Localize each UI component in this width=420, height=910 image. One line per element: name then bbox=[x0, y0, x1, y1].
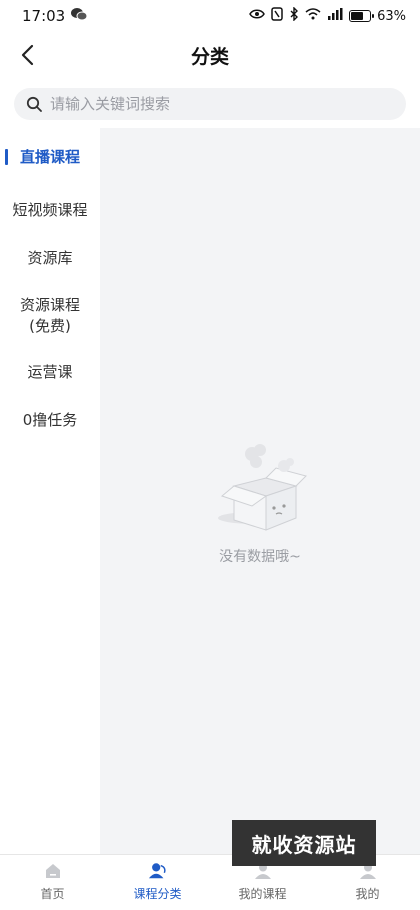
battery-percent: 63% bbox=[377, 8, 406, 24]
watermark-logo: 就收资源站 bbox=[232, 820, 376, 866]
nav-header: 分类 bbox=[0, 32, 420, 78]
sidebar-item-free-resource-courses[interactable]: 资源课程 (免费) bbox=[0, 282, 100, 350]
wechat-icon bbox=[71, 7, 88, 25]
tab-label: 课程分类 bbox=[133, 887, 182, 901]
status-time: 17:03 bbox=[22, 7, 66, 25]
status-bar: 17:03 63% bbox=[0, 0, 420, 32]
tab-label: 我的 bbox=[355, 887, 380, 901]
battery-icon bbox=[349, 10, 375, 22]
category-sidebar: 直播课程 短视频课程 资源库 资源课程 (免费) 运营课 0撸任务 bbox=[0, 128, 100, 854]
sidebar-item-label: 资源库 bbox=[27, 248, 73, 267]
sidebar-item-label: 运营课 bbox=[27, 362, 73, 381]
page-title: 分类 bbox=[190, 45, 229, 68]
nfc-icon bbox=[271, 7, 283, 25]
tab-course-categories[interactable]: 课程分类 bbox=[105, 855, 210, 910]
tab-label: 首页 bbox=[40, 887, 65, 901]
signal-icon bbox=[327, 8, 343, 24]
sidebar-item-label: 短视频课程 bbox=[12, 200, 88, 219]
eye-icon bbox=[249, 8, 265, 24]
sidebar-item-label: 0撸任务 bbox=[22, 410, 78, 429]
sidebar-item-label: 直播课程 bbox=[19, 147, 80, 166]
sidebar-item-label: 资源课程 bbox=[19, 296, 80, 314]
sidebar-item-short-video-courses[interactable]: 短视频课程 bbox=[0, 186, 100, 234]
empty-box-icon bbox=[218, 444, 307, 531]
chevron-left-icon bbox=[21, 44, 34, 66]
sidebar-item-tasks[interactable]: 0撸任务 bbox=[0, 394, 100, 446]
sidebar-item-operations-courses[interactable]: 运营课 bbox=[0, 350, 100, 394]
wifi-icon bbox=[305, 8, 321, 24]
back-button[interactable] bbox=[12, 40, 42, 70]
empty-state-text: 没有数据哦~ bbox=[219, 549, 301, 565]
bluetooth-icon bbox=[289, 6, 299, 25]
sidebar-item-live-courses[interactable]: 直播课程 bbox=[0, 128, 100, 186]
category-content: 没有数据哦~ bbox=[100, 128, 420, 854]
empty-state: 没有数据哦~ bbox=[100, 440, 420, 566]
home-icon bbox=[43, 861, 63, 881]
tab-home[interactable]: 首页 bbox=[0, 855, 105, 910]
sidebar-item-sublabel: (免费) bbox=[29, 317, 71, 335]
tab-label: 我的课程 bbox=[238, 887, 287, 901]
categories-icon bbox=[148, 861, 168, 881]
search-input[interactable] bbox=[50, 95, 370, 113]
active-indicator bbox=[5, 149, 8, 165]
search-icon bbox=[26, 96, 42, 112]
search-bar[interactable] bbox=[14, 88, 406, 120]
sidebar-item-resource-library[interactable]: 资源库 bbox=[0, 234, 100, 282]
